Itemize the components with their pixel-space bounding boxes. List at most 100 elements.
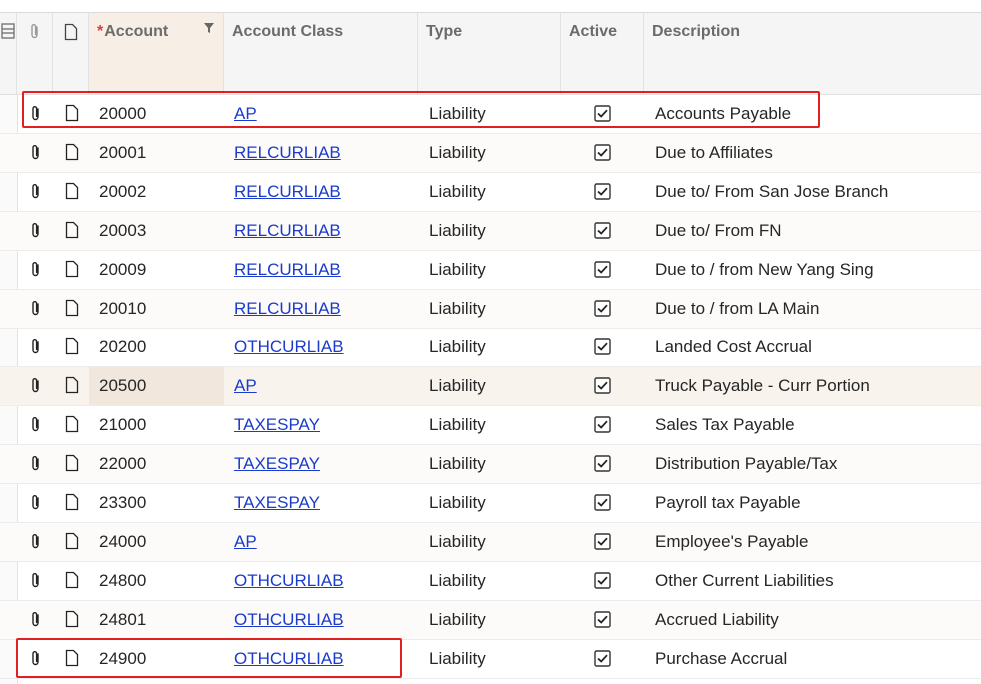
account-cell[interactable]: 24800 (89, 562, 224, 600)
account-cell[interactable]: 21000 (89, 406, 224, 444)
checkbox-checked-icon[interactable] (594, 455, 611, 472)
paperclip-icon[interactable] (29, 338, 43, 356)
paperclip-icon[interactable] (29, 300, 43, 318)
table-row[interactable]: 22000 TAXESPAY Liability Distribution Payab… (0, 445, 981, 484)
account-cell[interactable]: 23300 (89, 484, 224, 522)
account-class-link[interactable]: OTHCURLIAB (234, 571, 344, 590)
account-cell[interactable]: 20010 (89, 290, 224, 328)
checkbox-checked-icon[interactable] (594, 222, 611, 239)
description-cell[interactable]: Accrued Liability (655, 601, 779, 639)
account-class-cell[interactable]: TAXESPAY (234, 484, 320, 522)
account-class-cell[interactable]: RELCURLIAB (234, 251, 341, 289)
checkbox-checked-icon[interactable] (594, 261, 611, 278)
description-cell[interactable]: Distribution Payable/Tax (655, 445, 837, 483)
account-class-link[interactable]: RELCURLIAB (234, 221, 341, 240)
account-class-cell[interactable]: OTHCURLIAB (234, 328, 344, 366)
checkbox-checked-icon[interactable] (594, 650, 611, 667)
column-header-description[interactable]: Description (644, 13, 981, 94)
description-cell[interactable]: Due to Affiliates (655, 134, 773, 172)
account-cell[interactable]: 20002 (89, 173, 224, 211)
description-cell[interactable]: Landed Cost Accrual (655, 328, 812, 366)
account-class-cell[interactable]: RELCURLIAB (234, 173, 341, 211)
account-class-cell[interactable]: RELCURLIAB (234, 290, 341, 328)
account-class-cell[interactable]: RELCURLIAB (234, 134, 341, 172)
account-cell[interactable]: 20009 (89, 251, 224, 289)
paperclip-icon[interactable] (29, 222, 43, 240)
document-icon[interactable] (65, 182, 79, 200)
table-row[interactable]: 20500 AP Liability Truck Payable - Curr Por… (0, 367, 981, 406)
description-cell[interactable]: Purchase Accrual (655, 640, 787, 678)
document-icon[interactable] (65, 143, 79, 161)
account-class-cell[interactable]: AP (234, 523, 257, 561)
checkbox-checked-icon[interactable] (594, 611, 611, 628)
paperclip-icon[interactable] (29, 261, 43, 279)
account-cell[interactable]: 20001 (89, 134, 224, 172)
document-icon[interactable] (65, 260, 79, 278)
account-class-cell[interactable]: RELCURLIAB (234, 212, 341, 250)
table-row[interactable]: 20009 RELCURLIAB Liability Due to / from Ne… (0, 251, 981, 290)
description-cell[interactable]: Payroll tax Payable (655, 484, 801, 522)
table-row[interactable]: 20010 RELCURLIAB Liability Due to / from LA… (0, 290, 981, 329)
column-header-account[interactable]: *Account (89, 13, 224, 94)
account-class-link[interactable]: RELCURLIAB (234, 182, 341, 201)
checkbox-checked-icon[interactable] (594, 144, 611, 161)
table-row[interactable]: 20001 RELCURLIAB Liability Due to Affiliate… (0, 134, 981, 173)
account-class-link[interactable]: RELCURLIAB (234, 143, 341, 162)
document-icon[interactable] (65, 415, 79, 433)
table-row[interactable]: 24801 OTHCURLIAB Liability Accrued Liabilit… (0, 601, 981, 640)
document-icon[interactable] (65, 454, 79, 472)
account-class-link[interactable]: OTHCURLIAB (234, 610, 344, 629)
description-cell[interactable]: Sales Tax Payable (655, 406, 795, 444)
document-icon[interactable] (65, 299, 79, 317)
checkbox-checked-icon[interactable] (594, 572, 611, 589)
paperclip-icon[interactable] (29, 144, 43, 162)
account-class-link[interactable]: AP (234, 376, 257, 395)
paperclip-icon[interactable] (29, 377, 43, 395)
description-cell[interactable]: Truck Payable - Curr Portion (655, 367, 870, 405)
filter-icon[interactable] (203, 21, 215, 35)
account-class-cell[interactable]: AP (234, 367, 257, 405)
table-row[interactable]: 24800 OTHCURLIAB Liability Other Current Li… (0, 562, 981, 601)
account-cell[interactable]: 22000 (89, 445, 224, 483)
column-header-type[interactable]: Type (418, 13, 561, 94)
document-icon[interactable] (65, 493, 79, 511)
paperclip-icon[interactable] (29, 183, 43, 201)
account-cell[interactable]: 20003 (89, 212, 224, 250)
checkbox-checked-icon[interactable] (594, 183, 611, 200)
description-cell[interactable]: Other Current Liabilities (655, 562, 834, 600)
account-cell[interactable]: 20200 (89, 328, 224, 366)
paperclip-icon[interactable] (29, 572, 43, 590)
checkbox-checked-icon[interactable] (594, 494, 611, 511)
column-header-account-class[interactable]: Account Class (224, 13, 418, 94)
account-cell[interactable]: 20500 (89, 367, 224, 405)
account-class-link[interactable]: RELCURLIAB (234, 299, 341, 318)
document-icon[interactable] (65, 610, 79, 628)
account-class-cell[interactable]: OTHCURLIAB (234, 601, 344, 639)
header-attachments-cell[interactable] (17, 13, 53, 94)
description-cell[interactable]: Due to/ From San Jose Branch (655, 173, 888, 211)
description-cell[interactable]: Due to / from LA Main (655, 290, 819, 328)
checkbox-checked-icon[interactable] (594, 338, 611, 355)
account-class-link[interactable]: TAXESPAY (234, 415, 320, 434)
document-icon[interactable] (65, 571, 79, 589)
column-header-active[interactable]: Active (561, 13, 644, 94)
paperclip-icon[interactable] (29, 611, 43, 629)
account-class-link[interactable]: TAXESPAY (234, 454, 320, 473)
table-row[interactable]: 20002 RELCURLIAB Liability Due to/ From San… (0, 173, 981, 212)
document-icon[interactable] (65, 376, 79, 394)
paperclip-icon[interactable] (29, 533, 43, 551)
checkbox-checked-icon[interactable] (594, 416, 611, 433)
table-row[interactable]: 23300 TAXESPAY Liability Payroll tax Payabl… (0, 484, 981, 523)
table-row[interactable]: 21000 TAXESPAY Liability Sales Tax Payable (0, 406, 981, 445)
paperclip-icon[interactable] (29, 416, 43, 434)
description-cell[interactable]: Due to / from New Yang Sing (655, 251, 874, 289)
paperclip-icon[interactable] (29, 455, 43, 473)
document-icon[interactable] (65, 337, 79, 355)
table-row[interactable]: 20003 RELCURLIAB Liability Due to/ From FN (0, 212, 981, 251)
description-cell[interactable]: Employee's Payable (655, 523, 809, 561)
account-class-link[interactable]: TAXESPAY (234, 493, 320, 512)
account-class-cell[interactable]: TAXESPAY (234, 406, 320, 444)
table-row[interactable]: 20200 OTHCURLIAB Liability Landed Cost Accr… (0, 328, 981, 367)
document-icon[interactable] (65, 221, 79, 239)
checkbox-checked-icon[interactable] (594, 533, 611, 550)
